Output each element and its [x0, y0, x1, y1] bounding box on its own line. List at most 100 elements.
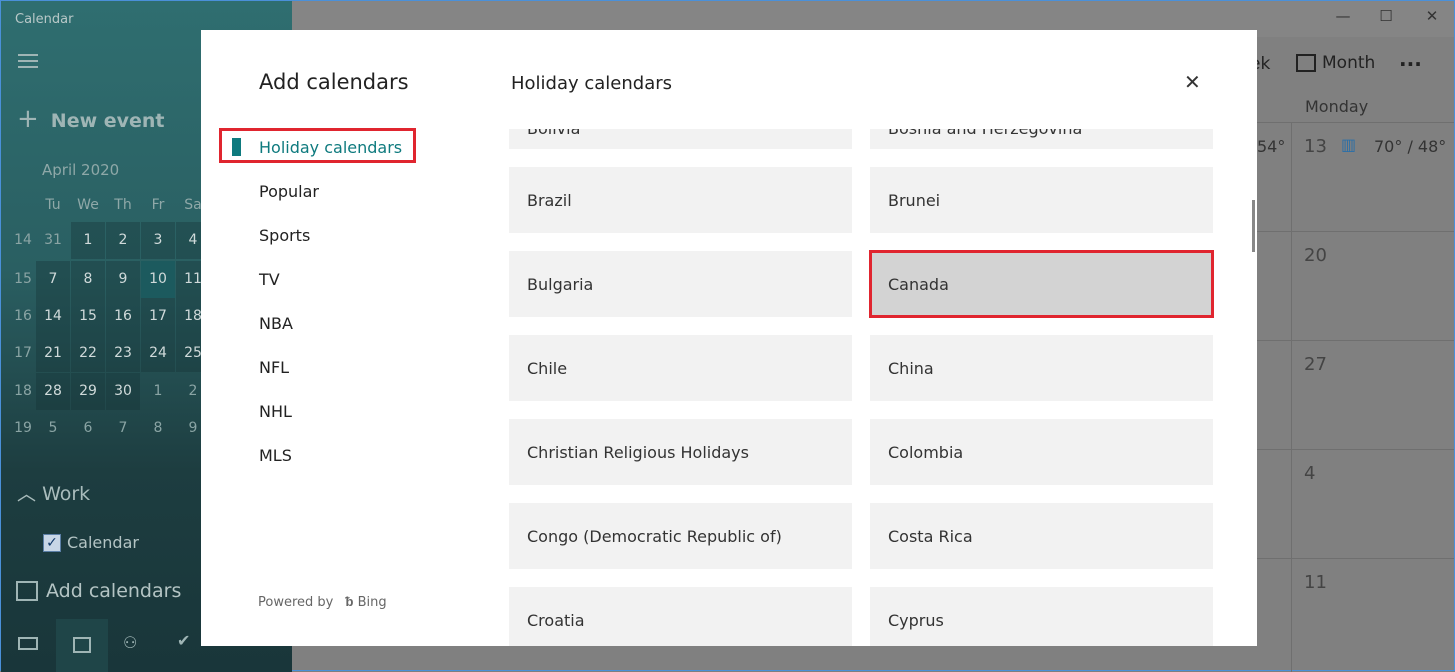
- scrollbar[interactable]: [1252, 200, 1255, 252]
- weather-temps: 70° / 48°: [1374, 137, 1447, 156]
- bing-label: Bing: [357, 595, 387, 610]
- bing-logo-icon: ᵬ: [345, 595, 354, 610]
- holiday-tile[interactable]: Brunei: [870, 167, 1213, 233]
- week-divider: [1257, 231, 1454, 232]
- weather-icon: ▥: [1341, 135, 1357, 154]
- column-header-monday: Monday: [1305, 97, 1369, 116]
- mini-calendar-day[interactable]: 22: [71, 335, 105, 372]
- mini-calendar-day[interactable]: 9: [106, 261, 140, 298]
- mini-calendar-day[interactable]: 16: [106, 298, 140, 335]
- week-number: 14: [14, 232, 32, 248]
- week-divider: [1257, 558, 1454, 559]
- month-day-cell[interactable]: 11: [1304, 572, 1327, 593]
- week-divider: [1257, 449, 1454, 450]
- mini-calendar-day[interactable]: 30: [106, 373, 140, 410]
- mini-calendar-day[interactable]: 5: [36, 410, 70, 447]
- add-calendars-dialog: Add calendars Holiday calendars ✕ Holida…: [201, 30, 1257, 646]
- month-view-button[interactable]: Month: [1296, 53, 1375, 73]
- nav-tv[interactable]: TV: [259, 270, 280, 289]
- mini-calendar-day[interactable]: 1: [141, 373, 175, 410]
- close-window-button[interactable]: ✕: [1412, 7, 1452, 31]
- work-group-toggle[interactable]: ︿ Work: [17, 479, 90, 506]
- powered-by: Powered by ᵬ Bing: [258, 594, 387, 610]
- more-options-button[interactable]: ...: [1399, 47, 1422, 71]
- nav-popular[interactable]: Popular: [259, 182, 319, 201]
- week-divider: [1257, 122, 1454, 123]
- hamburger-menu-icon[interactable]: [18, 54, 38, 68]
- mail-icon[interactable]: [18, 637, 38, 650]
- app-title: Calendar: [15, 12, 74, 27]
- month-day-cell[interactable]: 4: [1304, 463, 1315, 484]
- month-day-cell[interactable]: 13: [1304, 136, 1327, 157]
- holiday-tile[interactable]: Colombia: [870, 419, 1213, 485]
- week-number: 15: [14, 271, 32, 287]
- weekday-header: Th: [114, 197, 132, 213]
- weekday-header: We: [77, 197, 99, 213]
- mini-calendar-day[interactable]: 29: [71, 373, 105, 410]
- holiday-tile[interactable]: Bolivia: [509, 129, 852, 149]
- nav-mls[interactable]: MLS: [259, 446, 292, 465]
- holiday-tile[interactable]: Bosnia and Herzegovina: [870, 129, 1213, 149]
- calendar-icon: [1296, 54, 1316, 72]
- people-icon[interactable]: ⚇: [123, 633, 137, 652]
- week-divider: [1257, 340, 1454, 341]
- mini-calendar-day[interactable]: 2: [106, 222, 140, 259]
- holiday-tile[interactable]: Cyprus: [870, 587, 1213, 646]
- calendar-add-icon: [16, 581, 38, 601]
- holiday-tile[interactable]: Congo (Democratic Republic of): [509, 503, 852, 569]
- maximize-button[interactable]: ☐: [1366, 7, 1406, 31]
- mini-calendar-day[interactable]: 7: [36, 261, 70, 298]
- mini-calendar-day[interactable]: 23: [106, 335, 140, 372]
- month-day-cell[interactable]: 20: [1304, 245, 1327, 266]
- close-dialog-button[interactable]: ✕: [1184, 70, 1201, 94]
- mini-calendar-day[interactable]: 21: [36, 335, 70, 372]
- add-calendars-button[interactable]: Add calendars: [16, 580, 181, 602]
- holiday-tile[interactable]: Canada: [869, 250, 1214, 318]
- mini-calendar-day[interactable]: 7: [106, 410, 140, 447]
- checkbox-checked-icon[interactable]: ✓: [43, 533, 61, 552]
- mini-calendar-day[interactable]: 28: [36, 373, 70, 410]
- column-divider: [1291, 122, 1292, 672]
- holiday-tile[interactable]: China: [870, 335, 1213, 401]
- new-event-label: New event: [50, 110, 165, 132]
- mini-calendar-day[interactable]: 3: [141, 222, 175, 259]
- powered-by-label: Powered by: [258, 595, 334, 610]
- dialog-title: Add calendars: [259, 70, 409, 94]
- mini-calendar-day[interactable]: 31: [36, 222, 70, 259]
- mini-calendar-day[interactable]: 1: [71, 222, 105, 259]
- add-calendars-label: Add calendars: [46, 580, 182, 602]
- holiday-tile[interactable]: Christian Religious Holidays: [509, 419, 852, 485]
- partial-temperature: 54°: [1257, 137, 1286, 156]
- minimize-button[interactable]: —: [1323, 7, 1363, 31]
- nav-sports[interactable]: Sports: [259, 226, 310, 245]
- holiday-tile[interactable]: Chile: [509, 335, 852, 401]
- week-number: 16: [14, 308, 32, 324]
- calendar-checkbox-item[interactable]: ✓ Calendar: [43, 533, 139, 552]
- highlight-box: [219, 128, 416, 163]
- nav-nhl[interactable]: NHL: [259, 402, 292, 421]
- mini-calendar-day[interactable]: 14: [36, 298, 70, 335]
- new-event-button[interactable]: + New event: [17, 104, 165, 134]
- month-day-cell[interactable]: 27: [1304, 354, 1327, 375]
- todo-icon[interactable]: ✔: [177, 631, 190, 650]
- holiday-tile[interactable]: Bulgaria: [509, 251, 852, 317]
- nav-nba[interactable]: NBA: [259, 314, 293, 333]
- mini-calendar-day[interactable]: 10: [141, 261, 175, 298]
- holiday-tile[interactable]: Brazil: [509, 167, 852, 233]
- calendar-icon: [73, 637, 91, 653]
- week-number: 17: [14, 345, 32, 361]
- mini-calendar-day[interactable]: 8: [141, 410, 175, 447]
- mini-calendar-day[interactable]: 6: [71, 410, 105, 447]
- chevron-up-icon: ︿: [17, 483, 37, 505]
- week-number: 18: [14, 383, 32, 399]
- mini-calendar-month[interactable]: April 2020: [42, 161, 119, 179]
- holiday-tile[interactable]: Costa Rica: [870, 503, 1213, 569]
- mini-calendar-day[interactable]: 24: [141, 335, 175, 372]
- mini-calendar-day[interactable]: 15: [71, 298, 105, 335]
- holiday-tile[interactable]: Croatia: [509, 587, 852, 646]
- mini-calendar-day[interactable]: 17: [141, 298, 175, 335]
- calendar-item-label: Calendar: [67, 533, 139, 552]
- calendar-nav-button[interactable]: [56, 619, 108, 672]
- mini-calendar-day[interactable]: 8: [71, 261, 105, 298]
- nav-nfl[interactable]: NFL: [259, 358, 289, 377]
